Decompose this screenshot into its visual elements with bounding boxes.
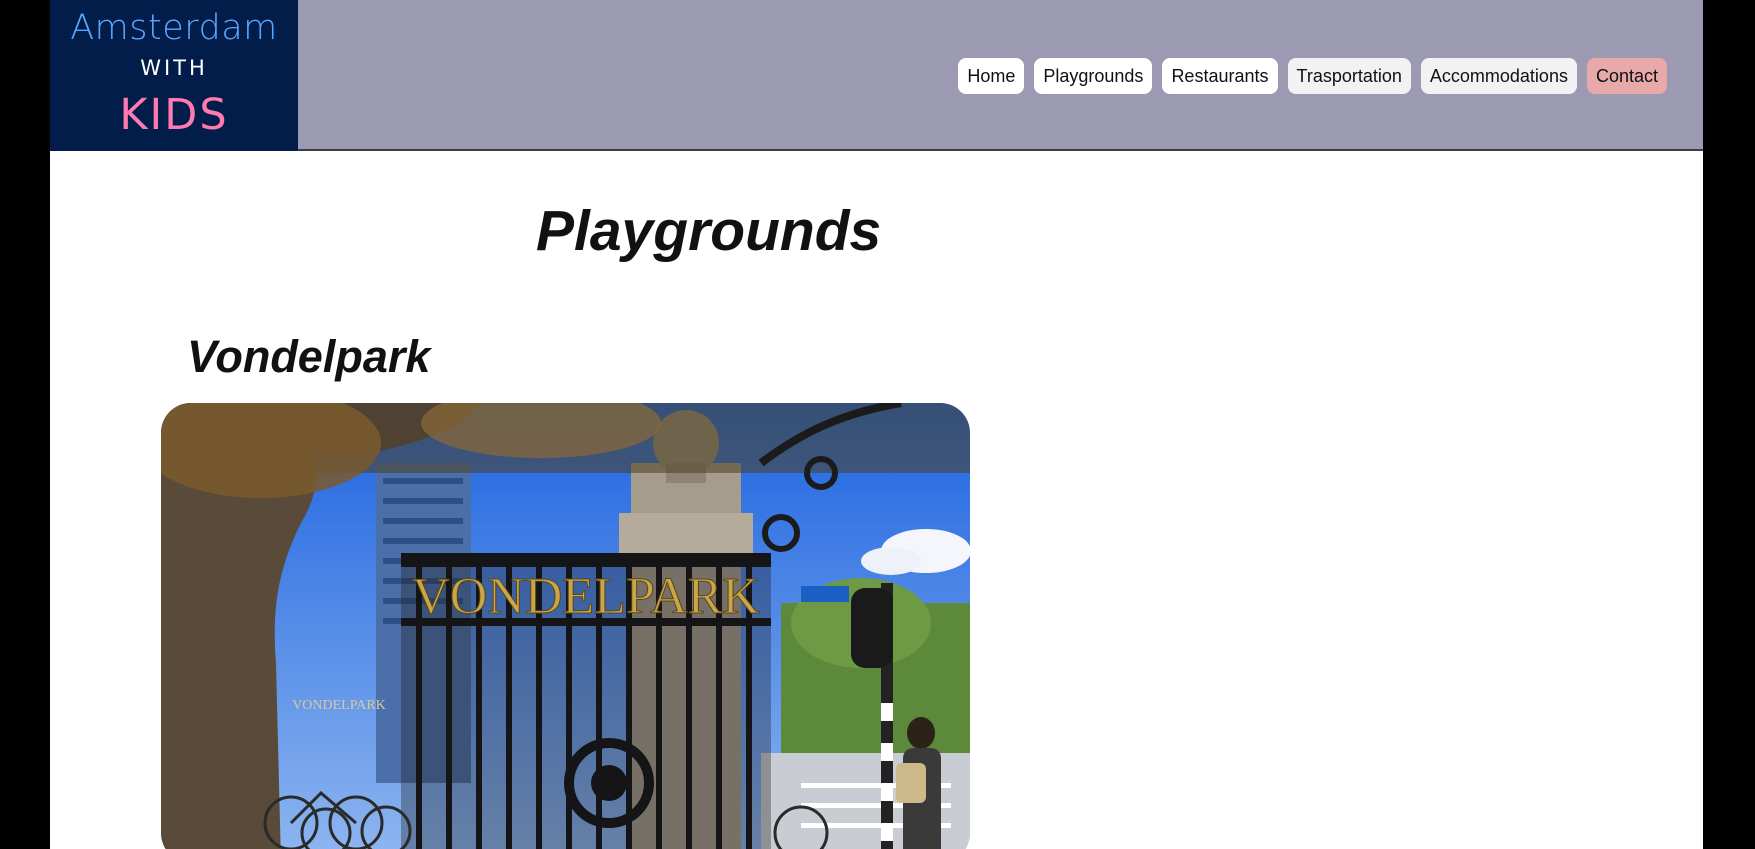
site-header: Amsterdam WITH KIDS Home Playgrounds Res… <box>50 0 1703 151</box>
nav-restaurants-button[interactable]: Restaurants <box>1162 58 1278 94</box>
logo-line-kids: KIDS <box>119 90 229 140</box>
gate-sign-text: VONDELPARK <box>412 568 760 625</box>
main-nav: Home Playgrounds Restaurants Trasportati… <box>958 58 1667 94</box>
nav-home-button[interactable]: Home <box>958 58 1025 94</box>
section-title-vondelpark: Vondelpark <box>187 331 431 382</box>
nav-contact-button[interactable]: Contact <box>1586 58 1667 94</box>
vondelpark-photo: VONDELPARK VONDELPARK <box>161 403 970 849</box>
site-logo[interactable]: Amsterdam WITH KIDS <box>50 0 298 151</box>
logo-line-with: WITH <box>140 56 208 80</box>
nav-playgrounds-button[interactable]: Playgrounds <box>1034 58 1153 94</box>
page-title: Playgrounds <box>536 199 882 263</box>
nav-transportation-button[interactable]: Trasportation <box>1287 58 1411 94</box>
vondelpark-gate-illustration: VONDELPARK VONDELPARK <box>161 403 970 849</box>
logo-line-amsterdam: Amsterdam <box>70 8 278 48</box>
page: Amsterdam WITH KIDS Home Playgrounds Res… <box>50 0 1703 849</box>
nav-accommodations-button[interactable]: Accommodations <box>1420 58 1577 94</box>
gate-sign-small-text: VONDELPARK <box>292 698 386 713</box>
